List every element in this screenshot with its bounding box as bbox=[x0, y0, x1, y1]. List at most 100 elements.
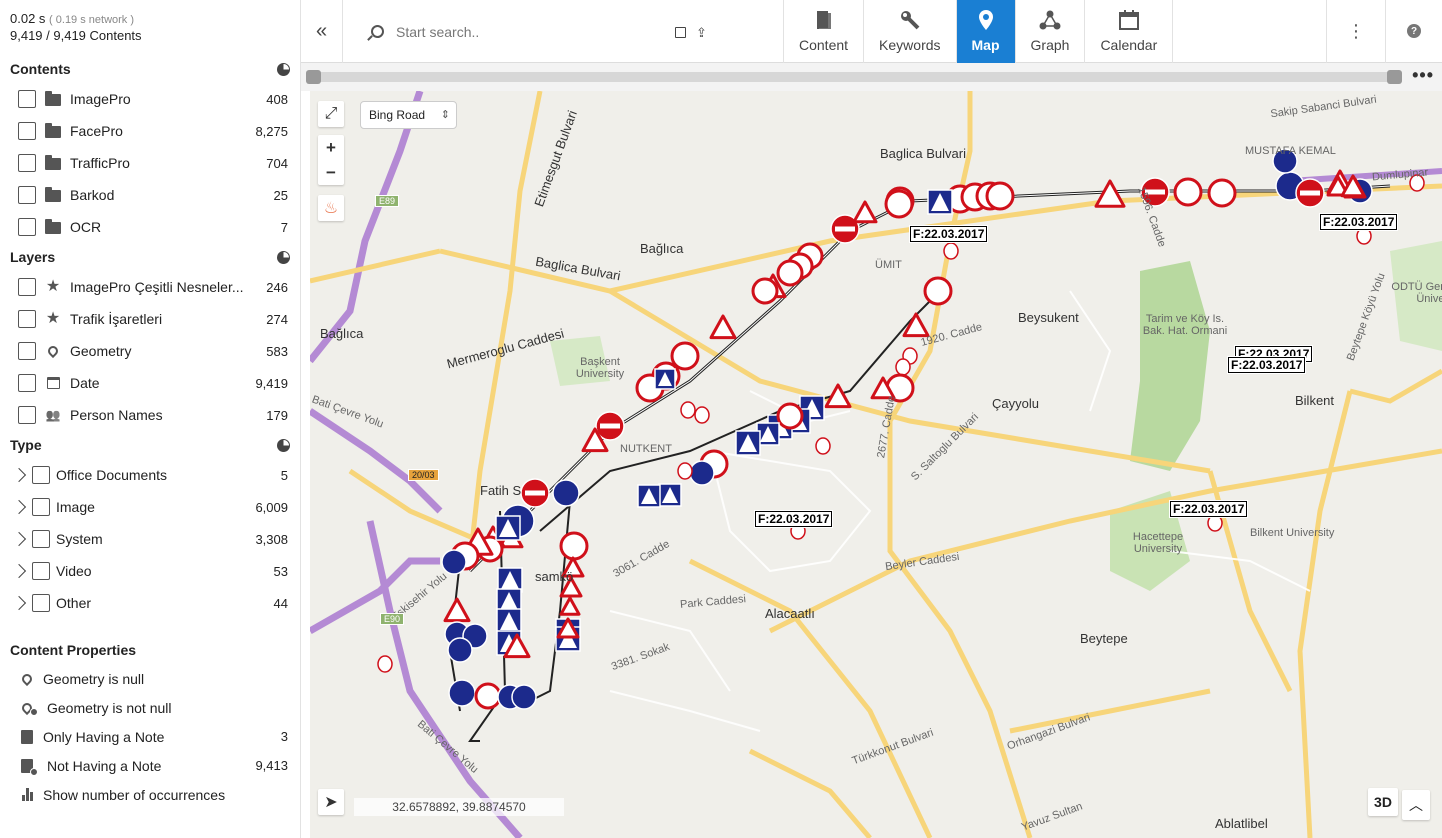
warning-sign-marker[interactable] bbox=[709, 314, 737, 340]
prohibition-sign-marker[interactable] bbox=[670, 341, 700, 371]
type-row[interactable]: Image 6,009 bbox=[0, 491, 300, 523]
timeline-slider[interactable]: ••• bbox=[301, 63, 1442, 91]
checkbox[interactable] bbox=[18, 218, 36, 236]
point-marker[interactable] bbox=[943, 242, 959, 260]
timeline-end-handle[interactable] bbox=[1387, 70, 1402, 84]
point-marker[interactable] bbox=[895, 358, 911, 376]
layers-row[interactable]: ★ ImagePro Çeşitli Nesneler... 246 bbox=[0, 271, 300, 303]
point-marker[interactable] bbox=[377, 655, 393, 673]
layers-row[interactable]: Geometry 583 bbox=[0, 335, 300, 367]
save-icon[interactable] bbox=[675, 27, 686, 38]
zoom-in-button[interactable]: + bbox=[318, 135, 344, 160]
sign-circle[interactable] bbox=[923, 276, 953, 306]
sign-bar[interactable] bbox=[835, 226, 855, 232]
prohibition-sign-marker[interactable] bbox=[1173, 177, 1203, 207]
contents-row[interactable]: TrafficPro 704 bbox=[0, 147, 300, 179]
date-label[interactable]: F:22.03.2017 bbox=[910, 226, 988, 242]
prohibition-sign-marker[interactable] bbox=[776, 259, 804, 287]
timeline-options-icon[interactable]: ••• bbox=[1412, 65, 1434, 86]
content-property-row[interactable]: Show number of occurrences bbox=[0, 780, 300, 809]
sign-circle[interactable] bbox=[776, 402, 804, 430]
checkbox[interactable] bbox=[18, 374, 36, 392]
type-row[interactable]: System 3,308 bbox=[0, 523, 300, 555]
sign-bar[interactable] bbox=[1300, 190, 1320, 196]
map-view[interactable]: Bağlıca Bağlıca Etimesgut Bulvari Baglica B… bbox=[310, 91, 1442, 838]
timeline-track[interactable] bbox=[313, 72, 1393, 82]
tab-calendar[interactable]: Calendar bbox=[1084, 0, 1174, 63]
prohibition-sign-marker[interactable] bbox=[474, 682, 502, 710]
checkbox[interactable] bbox=[32, 594, 50, 612]
upload-icon[interactable]: ⇪ bbox=[696, 25, 707, 41]
mandatory-sign-marker[interactable] bbox=[511, 684, 537, 710]
no-entry-sign-marker[interactable] bbox=[1295, 178, 1325, 208]
sign-circle[interactable] bbox=[474, 682, 502, 710]
content-property-row[interactable]: Not Having a Note 9,413 bbox=[0, 751, 300, 780]
toggle-3d-button[interactable]: 3D bbox=[1368, 788, 1398, 816]
pie-chart-icon[interactable] bbox=[277, 62, 290, 76]
point-marker[interactable] bbox=[815, 437, 831, 455]
locate-icon[interactable]: ➤ bbox=[318, 789, 344, 815]
prohibition-sign-marker[interactable] bbox=[776, 402, 804, 430]
point-marker[interactable] bbox=[680, 401, 696, 419]
type-row[interactable]: Video 53 bbox=[0, 555, 300, 587]
sign-circle[interactable] bbox=[884, 189, 914, 219]
search-input[interactable] bbox=[396, 23, 706, 40]
sign-circle[interactable] bbox=[1207, 178, 1237, 208]
chevron-right-icon[interactable] bbox=[11, 467, 27, 483]
mandatory-sign-marker[interactable] bbox=[447, 637, 473, 663]
heatmap-icon[interactable]: ♨ bbox=[318, 195, 344, 221]
sign-circle[interactable] bbox=[1173, 177, 1203, 207]
mandatory-sign-marker[interactable] bbox=[441, 549, 467, 575]
date-label[interactable]: F:22.03.2017 bbox=[1170, 501, 1248, 517]
zoom-out-button[interactable]: − bbox=[318, 160, 344, 185]
sign-bar[interactable] bbox=[525, 490, 545, 496]
map-layer-select[interactable]: Bing Road bbox=[360, 101, 457, 129]
date-label[interactable]: F:22.03.2017 bbox=[1228, 357, 1306, 373]
warning-sign-marker[interactable] bbox=[443, 597, 471, 623]
checkbox[interactable] bbox=[18, 122, 36, 140]
help-icon[interactable]: ? bbox=[1407, 24, 1421, 38]
pie-chart-icon[interactable] bbox=[277, 438, 290, 452]
contents-row[interactable]: OCR 7 bbox=[0, 211, 300, 243]
tab-keywords[interactable]: Keywords bbox=[863, 0, 955, 63]
pie-chart-icon[interactable] bbox=[277, 250, 290, 264]
checkbox[interactable] bbox=[32, 530, 50, 548]
layers-row[interactable]: 👥 Person Names 179 bbox=[0, 399, 300, 431]
warning-sign-marker[interactable] bbox=[852, 200, 878, 224]
type-row[interactable]: Office Documents 5 bbox=[0, 459, 300, 491]
sign-circle[interactable] bbox=[776, 259, 804, 287]
collapse-sidebar-button[interactable]: « bbox=[301, 0, 343, 63]
chevron-right-icon[interactable] bbox=[11, 531, 27, 547]
map-canvas[interactable] bbox=[310, 91, 1442, 838]
checkbox[interactable] bbox=[18, 342, 36, 360]
date-label[interactable]: F:22.03.2017 bbox=[755, 511, 833, 527]
timeline-start-handle[interactable] bbox=[306, 70, 321, 84]
no-entry-sign-marker[interactable] bbox=[520, 478, 550, 508]
sign-circle[interactable] bbox=[559, 531, 589, 561]
checkbox[interactable] bbox=[18, 278, 36, 296]
mandatory-sign-marker[interactable] bbox=[689, 460, 715, 486]
layers-row[interactable]: Date 9,419 bbox=[0, 367, 300, 399]
checkbox[interactable] bbox=[18, 406, 36, 424]
contents-row[interactable]: FacePro 8,275 bbox=[0, 115, 300, 147]
point-marker[interactable] bbox=[1207, 514, 1223, 532]
point-marker[interactable] bbox=[694, 406, 710, 424]
checkbox[interactable] bbox=[18, 186, 36, 204]
point-marker[interactable] bbox=[677, 462, 693, 480]
mandatory-sign-marker[interactable] bbox=[552, 479, 580, 507]
chevron-up-icon[interactable]: ︿ bbox=[1402, 790, 1430, 820]
chevron-right-icon[interactable] bbox=[11, 595, 27, 611]
more-menu-button[interactable]: ⋮ bbox=[1326, 0, 1386, 63]
checkbox[interactable] bbox=[32, 562, 50, 580]
content-property-row[interactable]: Only Having a Note 3 bbox=[0, 722, 300, 751]
checkbox[interactable] bbox=[18, 310, 36, 328]
checkbox[interactable] bbox=[32, 498, 50, 516]
sign-bar[interactable] bbox=[600, 423, 620, 429]
tab-map[interactable]: Map bbox=[955, 0, 1015, 63]
contents-row[interactable]: Barkod 25 bbox=[0, 179, 300, 211]
content-property-row[interactable]: Geometry is null bbox=[0, 664, 300, 693]
sign-circle[interactable] bbox=[670, 341, 700, 371]
prohibition-sign-marker[interactable] bbox=[884, 189, 914, 219]
checkbox[interactable] bbox=[32, 466, 50, 484]
date-label[interactable]: F:22.03.2017 bbox=[1320, 214, 1398, 230]
